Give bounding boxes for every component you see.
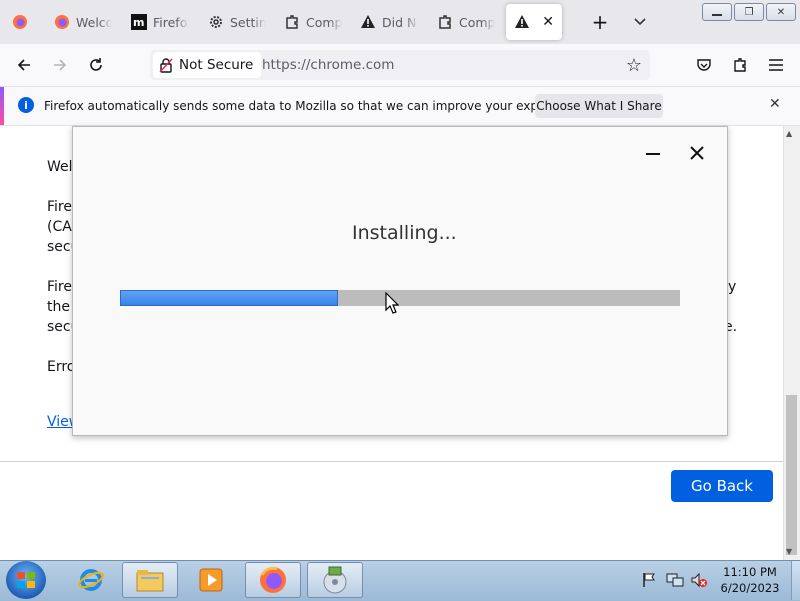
mozilla-icon: m xyxy=(131,14,147,30)
installer-icon xyxy=(320,565,350,595)
tab-firefox[interactable]: m Firefox xyxy=(131,4,189,40)
firefox-view-button[interactable] xyxy=(12,4,34,40)
page-text-fragment: (CA xyxy=(47,217,72,237)
tab-label: Settings xyxy=(230,15,266,30)
not-secure-label: Not Secure xyxy=(179,57,253,73)
plus-icon: + xyxy=(592,10,609,34)
hamburger-icon xyxy=(769,59,783,71)
network-icon[interactable] xyxy=(666,572,684,592)
start-button[interactable] xyxy=(6,561,46,599)
close-tab-icon[interactable]: ✕ xyxy=(542,14,554,30)
system-clock[interactable]: 11:10 PM 6/20/2023 xyxy=(712,564,788,596)
not-secure-indicator[interactable]: Not Secure xyxy=(153,52,261,78)
mouse-cursor-icon xyxy=(385,292,399,318)
choose-what-i-share-button[interactable]: Choose What I Share xyxy=(535,94,663,118)
list-all-tabs-button[interactable] xyxy=(628,10,652,34)
chevron-down-icon xyxy=(633,15,647,29)
page-text-fragment: Fire xyxy=(47,277,72,297)
lock-insecure-icon xyxy=(159,57,173,73)
page-text-fragment: the xyxy=(47,297,70,317)
firefox-icon xyxy=(12,14,28,30)
bookmark-star-button[interactable]: ☆ xyxy=(622,53,646,77)
tab-compatibility[interactable]: Compatibility xyxy=(284,4,342,40)
action-center-flag-icon[interactable] xyxy=(642,572,656,592)
arrow-left-icon xyxy=(16,57,32,73)
tab-label: Welcome xyxy=(76,15,112,30)
restore-icon: ❐ xyxy=(745,7,754,18)
info-icon: i xyxy=(18,97,34,113)
firefox-icon xyxy=(54,14,70,30)
close-notification-icon[interactable]: ✕ xyxy=(769,96,781,112)
page-text-fragment: y xyxy=(728,277,736,297)
volume-muted-icon[interactable] xyxy=(690,572,708,592)
puzzle-icon xyxy=(437,14,453,30)
page-text-fragment: Fire xyxy=(47,197,72,217)
tab-compatibility[interactable]: Compatibility xyxy=(437,4,495,40)
internet-explorer-icon xyxy=(77,566,105,594)
installer-dialog xyxy=(72,126,728,436)
minimize-installer-icon[interactable] xyxy=(646,153,660,155)
reload-icon xyxy=(88,57,104,73)
show-desktop-button[interactable] xyxy=(791,561,800,600)
tab-label: Compatibility xyxy=(459,15,495,30)
page-heading-fragment: Wel xyxy=(47,157,73,177)
star-icon: ☆ xyxy=(626,55,642,76)
tab-did-not-connect-active[interactable]: Did Not Connect ✕ xyxy=(506,4,562,40)
scroll-down-icon[interactable]: ▼ xyxy=(786,547,792,556)
extensions-button[interactable] xyxy=(728,53,752,77)
scroll-up-icon[interactable]: ▲ xyxy=(786,129,792,138)
close-installer-icon[interactable] xyxy=(688,144,706,166)
minimize-icon xyxy=(712,14,722,16)
warning-icon xyxy=(514,14,530,30)
taskbar-installer-button[interactable] xyxy=(307,562,363,598)
windows-logo-icon xyxy=(16,571,36,589)
pocket-icon xyxy=(696,57,712,73)
tab-label: Did Not Connect xyxy=(382,15,418,30)
tab-did-not-connect[interactable]: Did Not Connect xyxy=(360,4,418,40)
close-icon: ✕ xyxy=(777,7,785,18)
gear-icon xyxy=(208,14,224,30)
tab-label: Firefox xyxy=(153,15,189,30)
tab-label: Compatibility xyxy=(306,15,342,30)
go-back-button[interactable]: Go Back xyxy=(671,470,773,502)
url-text[interactable]: https://chrome.com xyxy=(262,57,394,73)
minimize-window-button[interactable] xyxy=(702,3,732,21)
svg-text:m: m xyxy=(133,16,144,29)
close-window-button[interactable]: ✕ xyxy=(766,3,796,21)
media-player-icon xyxy=(197,567,225,593)
notification-message: Firefox automatically sends some data to… xyxy=(44,99,586,113)
pocket-button[interactable] xyxy=(692,53,716,77)
reload-button[interactable] xyxy=(84,53,108,77)
new-tab-button[interactable]: + xyxy=(588,10,612,34)
warning-icon xyxy=(360,14,376,30)
app-menu-button[interactable] xyxy=(764,53,788,77)
tab-settings[interactable]: Settings xyxy=(208,4,266,40)
taskbar-media-player-button[interactable] xyxy=(183,562,239,598)
scrollbar-thumb[interactable] xyxy=(786,395,797,555)
folder-icon xyxy=(135,567,165,593)
puzzle-icon xyxy=(284,14,300,30)
back-button[interactable] xyxy=(12,53,36,77)
clock-date: 6/20/2023 xyxy=(712,580,788,596)
arrow-right-icon xyxy=(52,57,68,73)
firefox-icon xyxy=(258,565,288,595)
notification-accent xyxy=(0,87,4,125)
page-divider xyxy=(0,461,783,462)
restore-window-button[interactable]: ❐ xyxy=(734,3,764,21)
taskbar-firefox-button[interactable] xyxy=(245,562,301,598)
progress-fill xyxy=(120,290,338,306)
puzzle-icon xyxy=(732,57,748,73)
clock-time: 11:10 PM xyxy=(712,564,788,580)
tab-welcome[interactable]: Welcome xyxy=(54,4,112,40)
installing-label: Installing... xyxy=(352,222,457,244)
taskbar-explorer-button[interactable] xyxy=(122,562,178,598)
forward-button[interactable] xyxy=(48,53,72,77)
taskbar-ie-button[interactable] xyxy=(63,562,119,598)
